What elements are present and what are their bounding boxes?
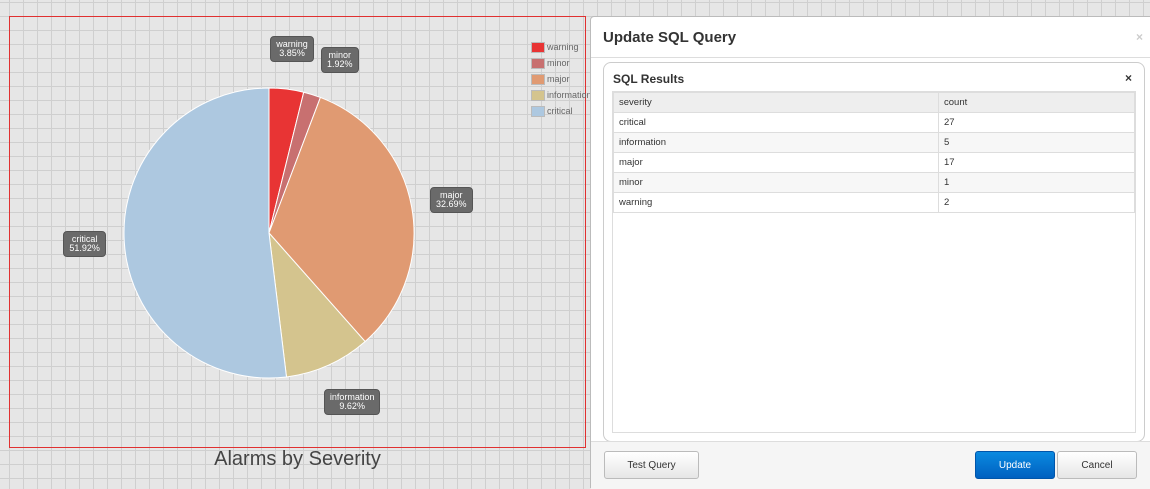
legend-label: warning	[547, 42, 579, 52]
dialog-close-icon[interactable]: ×	[1136, 30, 1143, 44]
slice-label-percent: 51.92%	[69, 243, 100, 254]
legend-item-warning[interactable]: warning	[531, 39, 592, 55]
legend-label: major	[547, 74, 570, 84]
table-row[interactable]: major 17	[613, 152, 1135, 173]
cell-count: 1	[938, 172, 1135, 193]
legend-item-critical[interactable]: critical	[531, 103, 592, 119]
legend-label: minor	[547, 58, 570, 68]
legend-swatch	[531, 105, 545, 117]
cell-severity: warning	[613, 192, 939, 213]
column-header-count[interactable]: count	[938, 92, 1135, 113]
legend-item-major[interactable]: major	[531, 71, 592, 87]
legend-item-minor[interactable]: minor	[531, 55, 592, 71]
legend-swatch	[531, 73, 545, 85]
cell-count: 27	[938, 112, 1135, 133]
cell-severity: critical	[613, 112, 939, 133]
cancel-button[interactable]: Cancel	[1057, 451, 1137, 479]
chart-legend: warning minor major information critical	[531, 39, 592, 119]
legend-label: critical	[547, 106, 573, 116]
update-button[interactable]: Update	[975, 451, 1055, 479]
legend-swatch	[531, 89, 545, 101]
cell-count: 17	[938, 152, 1135, 173]
cell-severity: minor	[613, 172, 939, 193]
slice-label-information: information 9.62%	[323, 388, 381, 415]
pie-slice-critical[interactable]	[123, 87, 288, 379]
cell-severity: information	[613, 132, 939, 153]
slice-label-major: major 32.69%	[429, 186, 473, 213]
results-table: severity count critical 27 information 5 maj…	[612, 91, 1136, 433]
test-query-button[interactable]: Test Query	[604, 451, 699, 479]
panel-title: SQL Results	[613, 72, 685, 86]
cell-count: 5	[938, 132, 1135, 153]
slice-label-minor: minor 1.92%	[321, 47, 359, 74]
table-row[interactable]: minor 1	[613, 172, 1135, 193]
legend-swatch	[531, 41, 545, 53]
update-sql-query-dialog: Update SQL Query × SQL Results × severit…	[590, 16, 1150, 489]
panel-close-icon[interactable]: ×	[1125, 71, 1132, 85]
table-row[interactable]: critical 27	[613, 112, 1135, 133]
table-row[interactable]: warning 2	[613, 192, 1135, 213]
cell-severity: major	[613, 152, 939, 173]
sql-results-panel: SQL Results × severity count critical 27 i…	[603, 62, 1145, 442]
slice-label-percent: 3.85%	[279, 48, 305, 59]
legend-label: information	[547, 90, 592, 100]
legend-swatch	[531, 57, 545, 69]
legend-item-information[interactable]: information	[531, 87, 592, 103]
table-row[interactable]: information 5	[613, 132, 1135, 153]
dialog-title: Update SQL Query	[603, 29, 737, 46]
cell-count: 2	[938, 192, 1135, 213]
dialog-footer: Test Query Update Cancel	[591, 441, 1150, 489]
slice-label-critical: critical 51.92%	[63, 231, 106, 258]
slice-label-percent: 32.69%	[435, 198, 467, 209]
slice-label-percent: 9.62%	[339, 400, 365, 411]
slice-label-warning: warning 3.85%	[270, 36, 314, 63]
column-header-severity[interactable]: severity	[613, 92, 939, 113]
chart-title: Alarms by Severity	[214, 448, 381, 470]
slice-label-percent: 1.92%	[327, 59, 353, 70]
